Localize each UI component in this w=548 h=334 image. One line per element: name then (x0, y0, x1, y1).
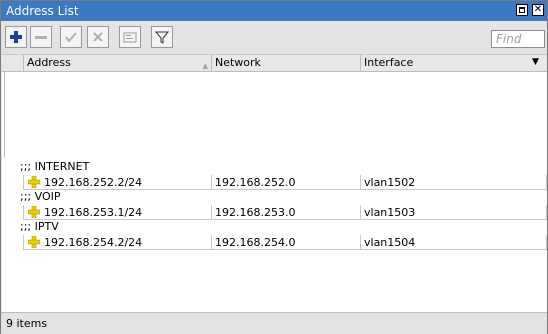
cell-interface: vlan1503 (361, 205, 547, 220)
title-bar[interactable]: Address List ✕ (1, 1, 547, 21)
cell-network: 192.168.253.0 (212, 205, 361, 220)
restore-icon (519, 7, 525, 13)
address-list-window: Address List ✕ Find Address ▲ Network In… (0, 0, 548, 334)
add-button[interactable] (5, 26, 27, 48)
header-network-label: Network (215, 56, 261, 69)
comment-row: ;;; VOIP (20, 190, 61, 203)
header-address-label: Address (27, 56, 71, 69)
table-row[interactable]: 192.168.254.2/24 192.168.254.0 vlan1504 (2, 235, 547, 250)
close-icon: ✕ (533, 4, 543, 15)
comment-button[interactable] (119, 26, 141, 48)
plus-icon (10, 31, 22, 43)
header-selector[interactable] (2, 55, 24, 71)
header-address[interactable]: Address ▲ (24, 55, 212, 71)
disable-button[interactable] (87, 26, 109, 48)
restore-button[interactable] (516, 4, 528, 16)
table-row[interactable]: 192.168.253.1/24 192.168.253.0 vlan1503 (2, 205, 547, 220)
cell-address: 192.168.252.2/24 (24, 175, 212, 190)
header-interface-label: Interface (364, 56, 414, 69)
status-bar: 9 items (1, 312, 547, 334)
remove-button[interactable] (30, 26, 52, 48)
cell-address: 192.168.253.1/24 (24, 205, 212, 220)
table-header: Address ▲ Network Interface ▼ (2, 55, 547, 72)
empty-list-area (4, 72, 546, 158)
comment-row: ;;; IPTV (20, 220, 59, 233)
comment-icon (123, 32, 137, 43)
cell-address: 192.168.254.2/24 (24, 235, 212, 250)
comment-row: ;;; INTERNET (20, 160, 90, 173)
table-row[interactable]: 192.168.252.2/24 192.168.252.0 vlan1502 (2, 175, 547, 190)
row-selector (2, 175, 24, 190)
cell-network: 192.168.254.0 (212, 235, 361, 250)
address-table: Address ▲ Network Interface ▼ ;;; INTERN… (2, 54, 547, 313)
row-selector (2, 205, 24, 220)
window-title: Address List (6, 4, 79, 18)
x-icon (93, 32, 103, 42)
header-interface[interactable]: Interface (361, 55, 547, 71)
enable-button[interactable] (60, 26, 82, 48)
header-network[interactable]: Network (212, 55, 361, 71)
filter-icon (155, 31, 169, 44)
toolbar (1, 22, 547, 54)
cell-network: 192.168.252.0 (212, 175, 361, 190)
item-count: 9 items (6, 317, 48, 330)
minus-icon (35, 36, 47, 39)
cell-interface: vlan1502 (361, 175, 547, 190)
cell-interface: vlan1504 (361, 235, 547, 250)
row-selector (2, 235, 24, 250)
column-dropdown-icon[interactable]: ▼ (532, 57, 539, 67)
find-input[interactable] (491, 30, 545, 48)
filter-button[interactable] (151, 26, 173, 48)
check-icon (65, 32, 77, 43)
close-button[interactable]: ✕ (532, 4, 544, 16)
